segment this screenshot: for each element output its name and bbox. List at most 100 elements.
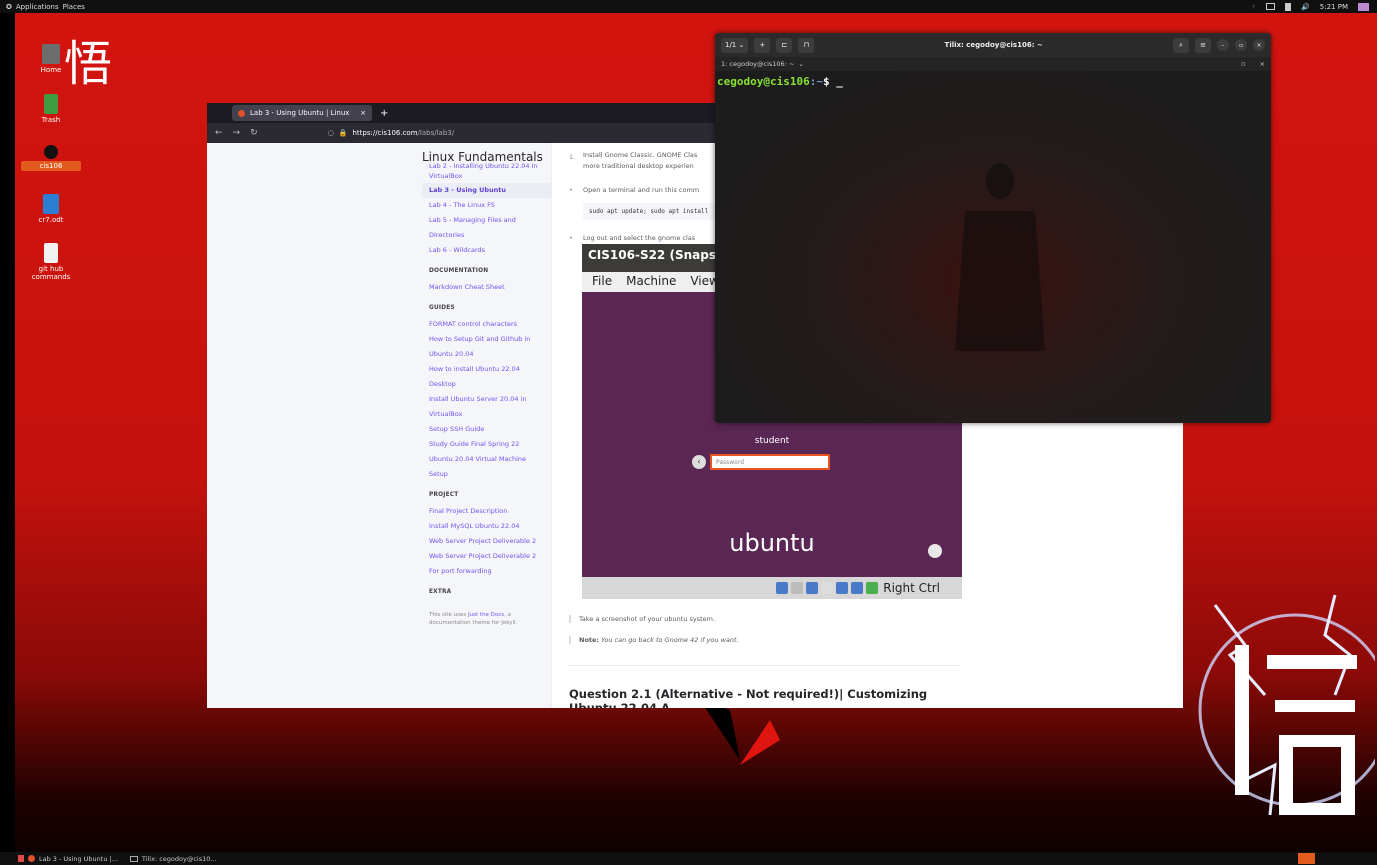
nav-guide[interactable]: How to install Ubuntu 22.04 Desktop bbox=[422, 362, 532, 392]
add-terminal-button[interactable]: + bbox=[754, 37, 771, 53]
tab-title: Lab 3 - Using Ubuntu | Linux bbox=[250, 109, 350, 117]
status-icon bbox=[806, 582, 819, 594]
url-bar[interactable]: ◌ 🔒 https://cis106.com/labs/lab3/ bbox=[328, 129, 454, 137]
pane-close-icon[interactable]: × bbox=[1260, 60, 1265, 68]
session-switcher[interactable]: 1/1 ⌄ bbox=[721, 37, 749, 53]
just-the-docs-link[interactable]: Just the Docs bbox=[468, 612, 504, 618]
note-blockquote: Note: You can go back to Gnome 42 if you… bbox=[569, 636, 949, 644]
left-edge bbox=[0, 0, 15, 865]
hamburger-menu-icon[interactable]: ≡ bbox=[1195, 37, 1211, 53]
nav-guide[interactable]: Study Guide Final Spring 22 bbox=[422, 437, 552, 452]
nav-guide[interactable]: Setup SSH Guide bbox=[422, 422, 552, 437]
taskbar-label: Tilix: cegodoy@cis10... bbox=[141, 854, 217, 863]
folder-icon bbox=[44, 145, 58, 159]
prompt-path: :~ bbox=[809, 75, 823, 88]
places-menu[interactable]: Places bbox=[63, 3, 85, 11]
desktop-icon-label: Home bbox=[40, 66, 62, 74]
status-icon bbox=[821, 582, 834, 594]
list-number: 1. bbox=[569, 153, 576, 161]
section-heading: Question 2.1 (Alternative - Not required… bbox=[569, 687, 928, 708]
forward-icon[interactable]: → bbox=[233, 128, 241, 138]
chevron-down-icon[interactable]: ⌄ bbox=[798, 60, 803, 68]
desktop-icon-git-hub-commands[interactable]: git hub commands bbox=[21, 243, 81, 281]
tilix-terminal-window: 1/1 ⌄ + ⊏ ⊓ Tilix: cegodoy@cis106: ~ ⌕ ≡… bbox=[715, 33, 1271, 423]
nav-guide[interactable]: Ubuntu 20.04 Virtual Machine Setup bbox=[422, 452, 547, 482]
vm-username: student bbox=[754, 436, 790, 446]
document-icon bbox=[43, 194, 59, 214]
pane-maximize-icon[interactable]: ▫ bbox=[1241, 60, 1245, 68]
split-right-icon[interactable]: ⊏ bbox=[776, 37, 793, 53]
gear-icon bbox=[928, 544, 942, 558]
status-icon bbox=[836, 582, 849, 594]
bluetooth-icon[interactable]: ⚡ bbox=[1251, 3, 1256, 11]
desktop-icon-cr7[interactable]: cr7.odt bbox=[21, 194, 81, 224]
nav-project[interactable]: Web Server Project Deliverable 2 For por… bbox=[422, 549, 547, 579]
prompt-user: cegodoy@cis106 bbox=[717, 75, 810, 88]
display-icon[interactable] bbox=[1358, 2, 1369, 11]
url-domain: https://cis106.com bbox=[352, 129, 418, 137]
terminal-icon bbox=[129, 855, 138, 862]
desktop-icon-label: cis106 bbox=[21, 161, 81, 171]
nav-guide[interactable]: How to Setup Git and Github in Ubuntu 20… bbox=[422, 332, 542, 362]
terminal-bg-figure bbox=[955, 163, 1045, 351]
tab-lab3[interactable]: Lab 3 - Using Ubuntu | Linux × bbox=[232, 105, 372, 121]
keyboard-icon[interactable] bbox=[1266, 3, 1276, 10]
home-folder-icon bbox=[42, 44, 60, 64]
split-down-icon[interactable]: ⊓ bbox=[798, 37, 815, 53]
nav-lab5[interactable]: Lab 5 - Managing Files and Directories bbox=[422, 213, 542, 243]
nav-markdown-cheat-sheet[interactable]: Markdown Cheat Sheet bbox=[422, 280, 552, 295]
nav-lab6[interactable]: Lab 6 - Wildcards bbox=[422, 243, 552, 258]
nav-project[interactable]: Web Server Project Deliverable 2 bbox=[422, 534, 547, 549]
url-path: /labs/lab3/ bbox=[417, 129, 455, 137]
minimize-icon[interactable]: – bbox=[1217, 39, 1229, 51]
top-panel: ✪ Applications Places ⚡ 🔊 5:21 PM bbox=[0, 0, 1377, 13]
close-icon[interactable]: × bbox=[1253, 39, 1265, 51]
nav-project[interactable]: Install MySQL Ubuntu 22.04 bbox=[422, 519, 552, 534]
nav-guide[interactable]: FORMAT control characters bbox=[422, 317, 552, 332]
list-item: Log out and select the gnome clas bbox=[583, 234, 696, 242]
desktop-icon-label: Trash bbox=[41, 116, 61, 124]
nav-lab3[interactable]: Lab 3 - Using Ubuntu bbox=[422, 183, 552, 198]
clock[interactable]: 5:21 PM bbox=[1320, 3, 1348, 11]
terminal-pane-title: 1: cegodoy@cis106: ~ ⌄ ▫ × bbox=[715, 57, 1271, 71]
shield-icon[interactable]: ◌ bbox=[328, 129, 334, 137]
lock-icon[interactable]: 🔒 bbox=[339, 129, 348, 137]
reload-icon[interactable]: ↻ bbox=[250, 128, 258, 138]
search-icon[interactable]: ⌕ bbox=[1173, 37, 1189, 53]
battery-icon[interactable] bbox=[1285, 2, 1292, 11]
nav-lab2[interactable]: Lab 2 - Installing Ubuntu 22.04 In Virtu… bbox=[422, 161, 552, 181]
taskbar-item-firefox[interactable]: Lab 3 - Using Ubuntu |... bbox=[18, 855, 118, 863]
trash-icon bbox=[44, 94, 58, 114]
nav-project[interactable]: Final Project Description bbox=[422, 504, 552, 519]
applications-icon[interactable]: ✪ bbox=[6, 3, 12, 11]
close-tab-icon[interactable]: × bbox=[360, 109, 366, 117]
ubuntu-logo: ubuntu bbox=[729, 529, 815, 557]
nav-category-extra: EXTRA bbox=[429, 589, 452, 595]
status-icon bbox=[791, 582, 804, 594]
show-desktop-icon[interactable] bbox=[18, 855, 24, 862]
back-arrow-icon: ‹ bbox=[692, 455, 706, 469]
workspace-switcher[interactable] bbox=[1298, 853, 1315, 864]
volume-icon[interactable]: 🔊 bbox=[1301, 3, 1310, 11]
maximize-icon[interactable]: ▫ bbox=[1235, 39, 1247, 51]
back-icon[interactable]: ← bbox=[215, 128, 223, 138]
vm-status-bar: Right Ctrl bbox=[582, 577, 962, 599]
taskbar-item-tilix[interactable]: Tilix: cegodoy@cis10... bbox=[129, 854, 217, 863]
site-footer-note: This site uses Just the Docs, a document… bbox=[429, 612, 518, 626]
status-icon bbox=[851, 582, 864, 594]
nav-category-guides: GUIDES bbox=[429, 305, 455, 311]
terminal-output[interactable]: cegodoy@cis106:~$ _ bbox=[715, 71, 1271, 423]
docs-sidebar: Linux Fundamentals Lab 2 - Installing Ub… bbox=[207, 143, 552, 708]
new-tab-button[interactable]: + bbox=[380, 108, 388, 119]
applications-menu[interactable]: Applications bbox=[16, 3, 59, 11]
taskbar-label: Lab 3 - Using Ubuntu |... bbox=[39, 854, 118, 863]
terminal-title: Tilix: cegodoy@cis106: ~ bbox=[944, 41, 1043, 49]
nav-lab4[interactable]: Lab 4 - The Linux FS bbox=[422, 198, 552, 213]
divider bbox=[569, 665, 959, 666]
desktop-icon-cis106[interactable]: cis106 bbox=[21, 145, 81, 171]
desktop-icon-trash[interactable]: Trash bbox=[21, 94, 81, 124]
desktop-icon-home[interactable]: Home bbox=[21, 44, 81, 74]
nav-guide[interactable]: Install Ubuntu Server 20.04 in VirtualBo… bbox=[422, 392, 542, 422]
pane-title[interactable]: 1: cegodoy@cis106: ~ bbox=[721, 60, 794, 68]
desktop-icon-label: cr7.odt bbox=[38, 216, 64, 224]
